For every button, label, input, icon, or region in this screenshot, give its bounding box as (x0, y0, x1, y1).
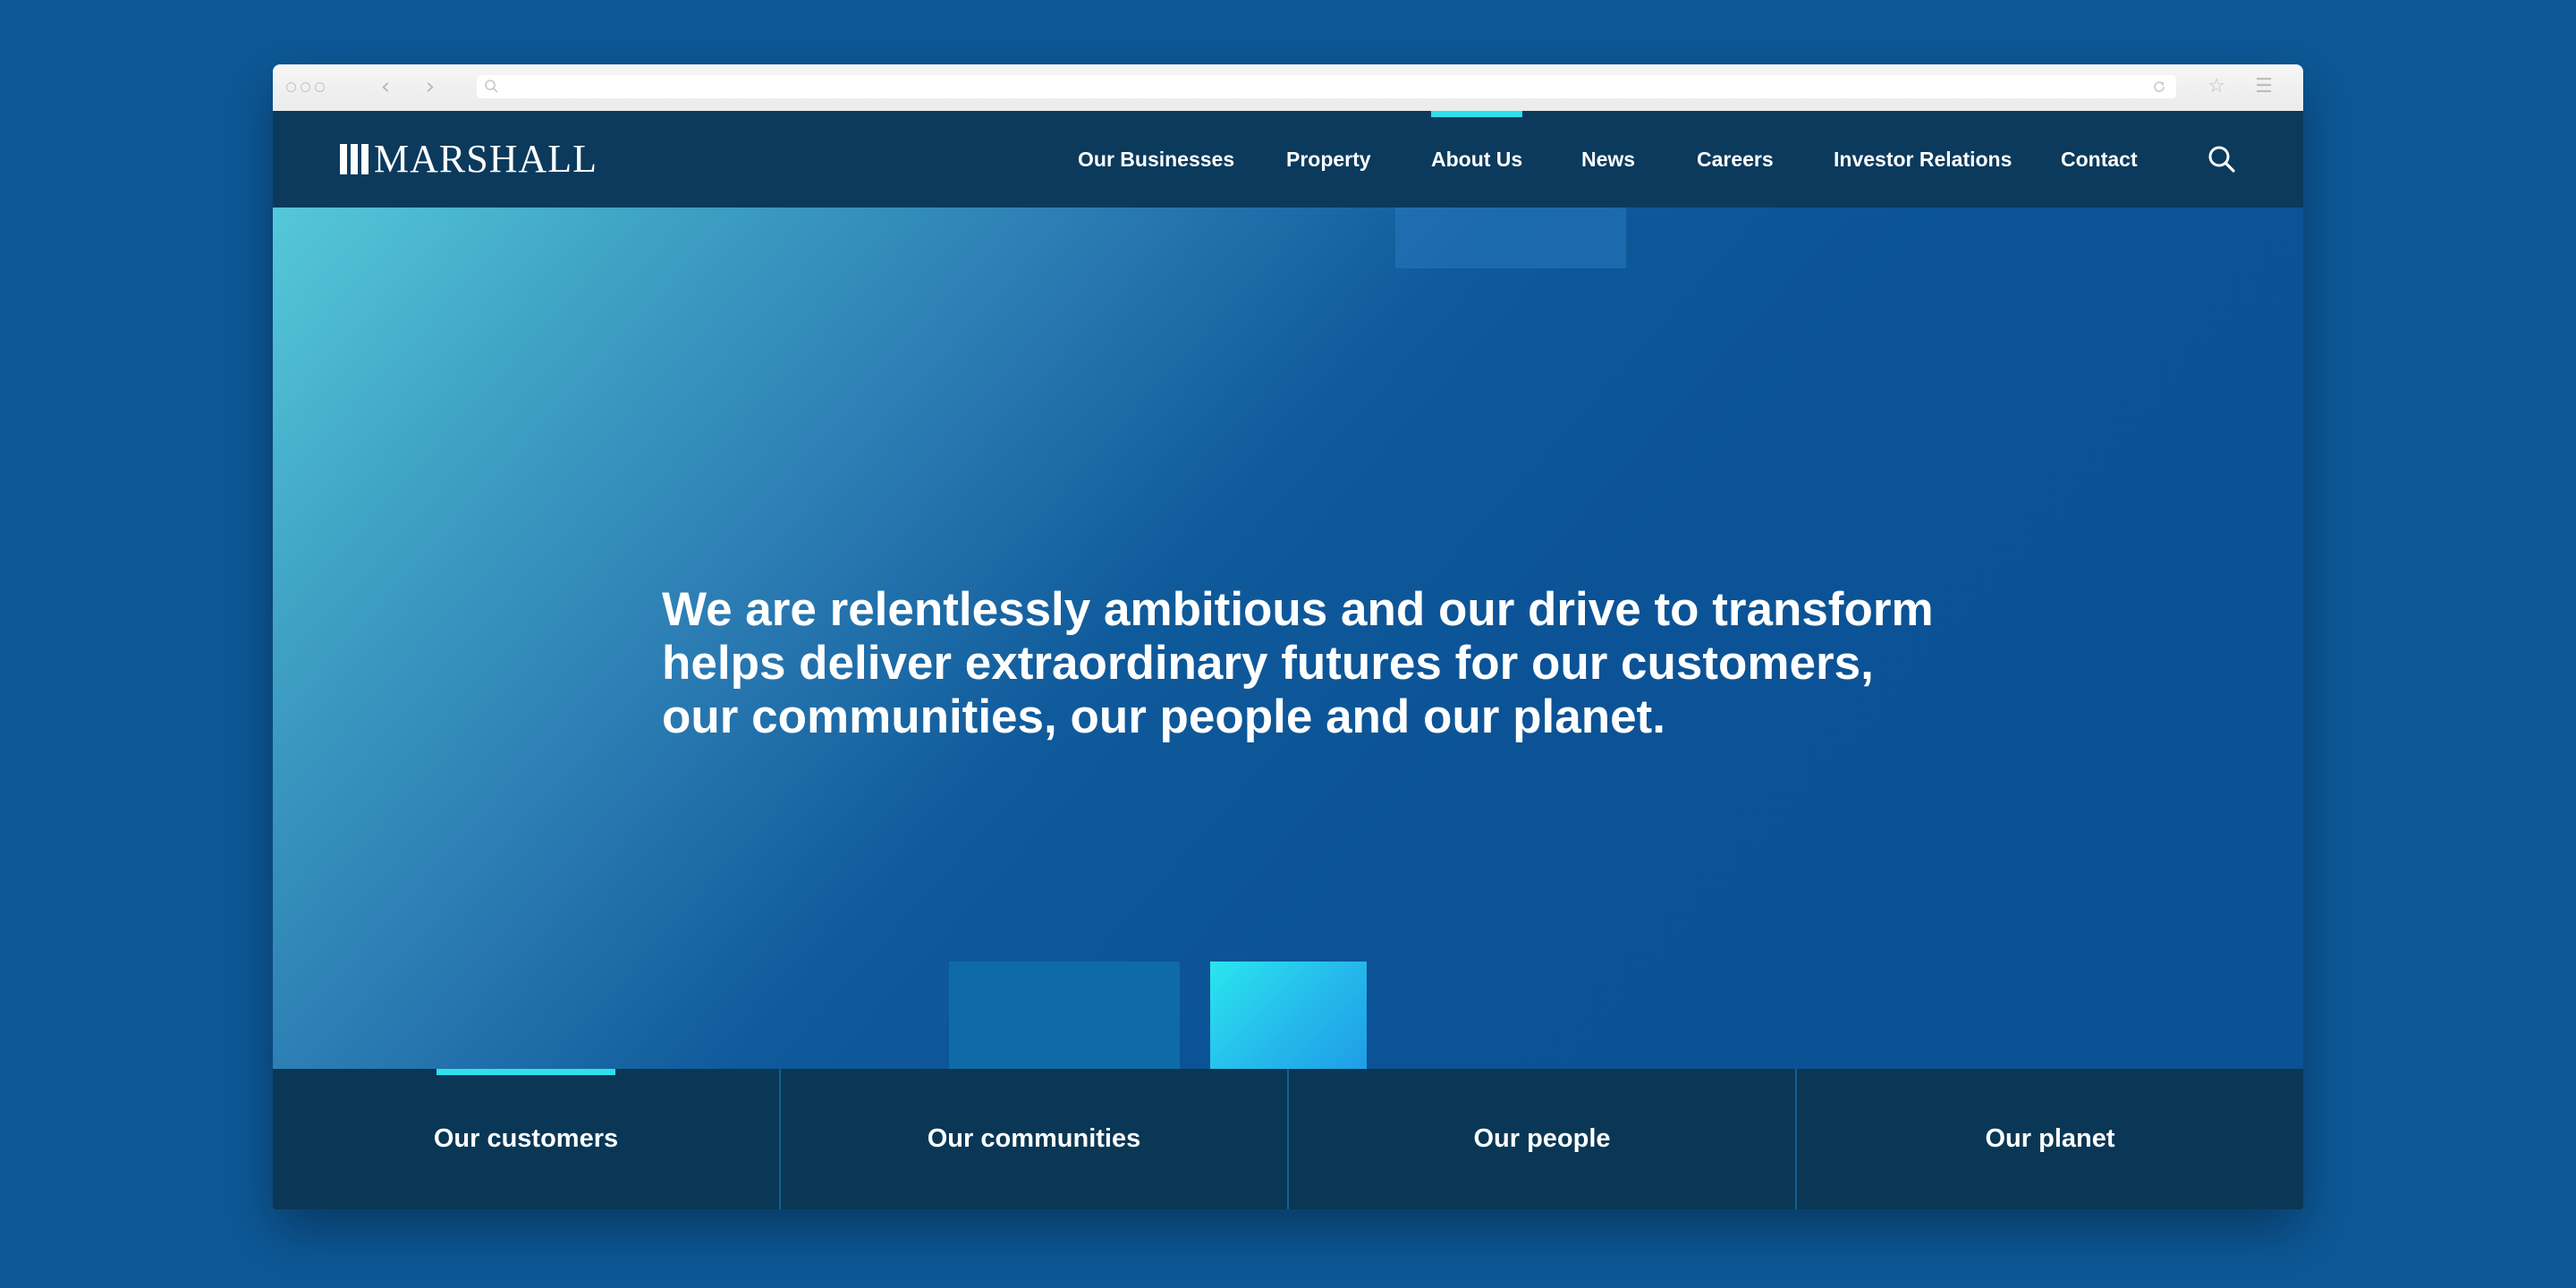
nav-item-label: About Us (1431, 147, 1523, 171)
nav-item-label: News (1581, 147, 1636, 171)
section-tabs: Our customers Our communities Our people… (273, 1069, 2303, 1209)
search-icon[interactable] (2207, 144, 2237, 174)
tab-our-communities[interactable]: Our communities (779, 1069, 1287, 1209)
window-close-button[interactable] (286, 82, 296, 92)
star-icon[interactable]: ☆ (2205, 75, 2228, 98)
tab-our-planet[interactable]: Our planet (1795, 1069, 2303, 1209)
window-minimize-button[interactable] (301, 82, 310, 92)
menu-icon[interactable]: ☰ (2252, 75, 2275, 98)
reload-icon[interactable] (2151, 79, 2167, 95)
browser-toolbar: ‹ › ☆ ☰ (273, 64, 2303, 112)
hero-statement: We are relentlessly ambitious and our dr… (662, 583, 1968, 744)
nav-item-label: Our Businesses (1078, 147, 1235, 171)
window-maximize-button[interactable] (315, 82, 325, 92)
nav-item-label: Careers (1697, 147, 1774, 171)
browser-window: ‹ › ☆ ☰ MARSHALL Our Businesses Property… (273, 64, 2303, 1209)
tab-label: Our customers (433, 1124, 619, 1153)
nav-item-careers[interactable]: Careers (1697, 111, 1774, 208)
search-icon (485, 80, 498, 93)
main-nav: Our Businesses Property About Us News Ca… (273, 111, 2303, 208)
address-bar[interactable] (477, 75, 2176, 98)
hero-line: our communities, our people and our plan… (662, 691, 1665, 743)
nav-item-property[interactable]: Property (1286, 111, 1371, 208)
nav-item-investor-relations[interactable]: Investor Relations (1834, 111, 2012, 208)
active-nav-indicator (1431, 111, 1523, 117)
chevron-left-icon[interactable]: ‹ (375, 75, 396, 98)
tab-label: Our planet (1985, 1124, 2115, 1153)
nav-item-label: Investor Relations (1834, 147, 2012, 171)
hero-line: We are relentlessly ambitious and our dr… (662, 583, 1934, 636)
nav-item-about-us[interactable]: About Us (1431, 111, 1523, 208)
site-header: MARSHALL Our Businesses Property About U… (273, 111, 2303, 208)
hero-decorative-block (949, 962, 1180, 1069)
nav-item-label: Property (1286, 147, 1371, 171)
active-tab-indicator (436, 1069, 615, 1075)
nav-item-news[interactable]: News (1581, 111, 1635, 208)
hero-line: helps deliver extraordinary futures for … (662, 637, 1874, 690)
chevron-right-icon[interactable]: › (419, 75, 441, 98)
hero-accent-block (1210, 962, 1367, 1069)
nav-item-our-businesses[interactable]: Our Businesses (1078, 111, 1234, 208)
hero-decorative-block (1395, 208, 1626, 268)
nav-item-label: Contact (2061, 147, 2138, 171)
hero-section: We are relentlessly ambitious and our dr… (273, 208, 2303, 1069)
tab-our-customers[interactable]: Our customers (273, 1069, 779, 1209)
tab-label: Our people (1473, 1124, 1611, 1153)
tab-our-people[interactable]: Our people (1287, 1069, 1795, 1209)
tab-label: Our communities (927, 1124, 1141, 1153)
nav-item-contact[interactable]: Contact (2061, 111, 2138, 208)
